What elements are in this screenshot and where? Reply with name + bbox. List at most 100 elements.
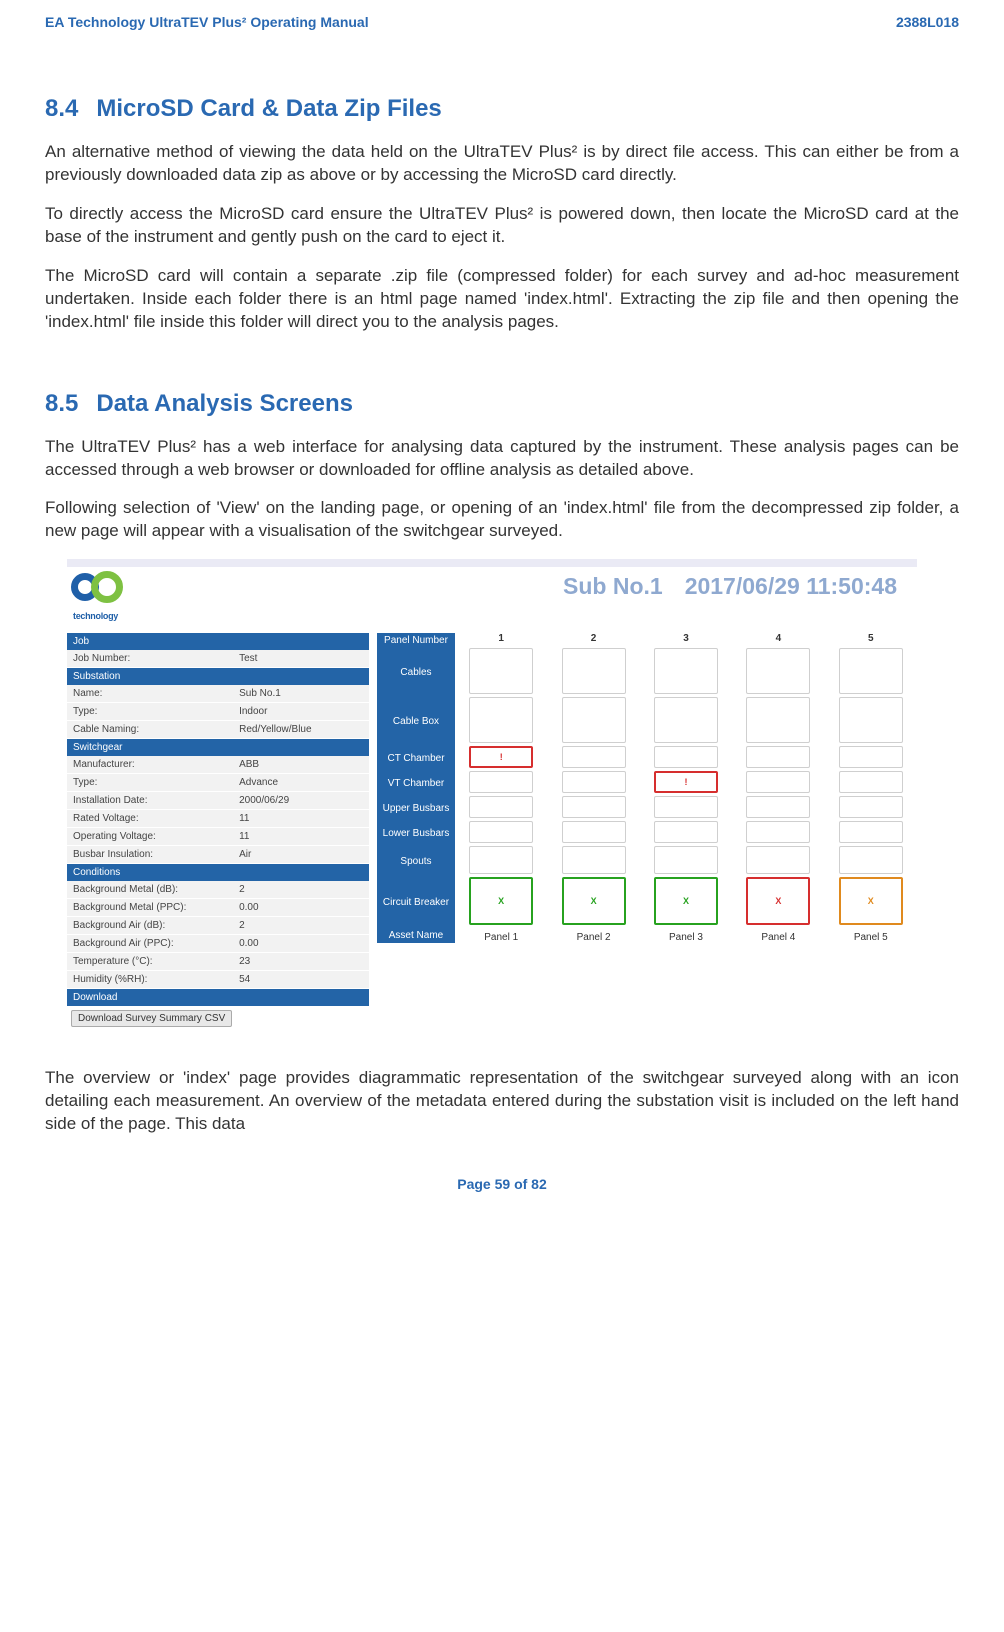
value: 54 bbox=[233, 971, 369, 989]
paragraph: Following selection of 'View' on the lan… bbox=[45, 497, 959, 543]
grid-cell[interactable] bbox=[654, 821, 718, 843]
grid-cell[interactable] bbox=[746, 697, 810, 743]
grid-cell-alert[interactable] bbox=[746, 877, 810, 925]
value: 2000/06/29 bbox=[233, 792, 369, 810]
grid-cell[interactable] bbox=[469, 796, 533, 818]
label: Rated Voltage: bbox=[67, 810, 233, 828]
analysis-screenshot: technology Sub No.1 2017/06/29 11:50:48 J… bbox=[67, 559, 917, 1027]
grid-cell[interactable] bbox=[469, 648, 533, 694]
grid-cell[interactable] bbox=[839, 821, 903, 843]
row-label-spouts: Spouts bbox=[377, 846, 455, 877]
switchgear-grid: Panel Number 1 2 3 4 5 Cables bbox=[369, 633, 917, 1027]
grid-cell[interactable] bbox=[654, 648, 718, 694]
value: 0.00 bbox=[233, 899, 369, 917]
section-number: 8.4 bbox=[45, 95, 78, 123]
grid-cell[interactable] bbox=[839, 648, 903, 694]
asset-name: Panel 2 bbox=[547, 928, 639, 943]
label: Cable Naming: bbox=[67, 721, 233, 739]
label: Type: bbox=[67, 774, 233, 792]
value: Indoor bbox=[233, 703, 369, 721]
value: 2 bbox=[233, 881, 369, 899]
grid-cell-ok[interactable] bbox=[562, 877, 626, 925]
grid-cell[interactable] bbox=[562, 697, 626, 743]
asset-name: Panel 5 bbox=[825, 928, 917, 943]
label: Temperature (°C): bbox=[67, 953, 233, 971]
download-csv-button[interactable]: Download Survey Summary CSV bbox=[71, 1010, 232, 1027]
grid-cell[interactable] bbox=[654, 697, 718, 743]
grid-cell-alert[interactable] bbox=[469, 746, 533, 768]
value: Air bbox=[233, 846, 369, 864]
section-header-download: Download bbox=[67, 989, 369, 1007]
grid-cell[interactable] bbox=[839, 771, 903, 793]
grid-cell-alert[interactable] bbox=[654, 771, 718, 793]
label: Name: bbox=[67, 685, 233, 703]
grid-cell[interactable] bbox=[839, 746, 903, 768]
asset-name: Panel 1 bbox=[455, 928, 547, 943]
grid-cell[interactable] bbox=[562, 746, 626, 768]
figure-timestamp: 2017/06/29 11:50:48 bbox=[685, 573, 897, 599]
grid-cell[interactable] bbox=[746, 648, 810, 694]
row-label-upper-busbars: Upper Busbars bbox=[377, 796, 455, 821]
grid-cell[interactable] bbox=[469, 771, 533, 793]
grid-cell[interactable] bbox=[746, 821, 810, 843]
page-header: EA Technology UltraTEV Plus² Operating M… bbox=[45, 14, 959, 30]
value: Red/Yellow/Blue bbox=[233, 721, 369, 739]
logo-text: technology bbox=[73, 611, 118, 621]
section-8-5-heading: 8.5 Data Analysis Screens bbox=[45, 390, 959, 418]
grid-cell[interactable] bbox=[746, 771, 810, 793]
grid-cell[interactable] bbox=[562, 771, 626, 793]
col-num: 1 bbox=[455, 633, 547, 648]
grid-cell[interactable] bbox=[562, 648, 626, 694]
col-num: 4 bbox=[732, 633, 824, 648]
grid-cell[interactable] bbox=[469, 697, 533, 743]
value: Advance bbox=[233, 774, 369, 792]
value: Sub No.1 bbox=[233, 685, 369, 703]
row-label-asset-name: Asset Name bbox=[377, 928, 455, 943]
label: Background Metal (PPC): bbox=[67, 899, 233, 917]
row-label-vt: VT Chamber bbox=[377, 771, 455, 796]
grid-cell[interactable] bbox=[654, 746, 718, 768]
value: 2 bbox=[233, 917, 369, 935]
section-title: Data Analysis Screens bbox=[96, 390, 353, 417]
asset-name: Panel 4 bbox=[732, 928, 824, 943]
grid-cell[interactable] bbox=[746, 846, 810, 874]
section-8-4-heading: 8.4MicroSD Card & Data Zip Files bbox=[45, 95, 959, 123]
paragraph: An alternative method of viewing the dat… bbox=[45, 141, 959, 187]
label: Background Air (dB): bbox=[67, 917, 233, 935]
grid-cell[interactable] bbox=[562, 796, 626, 818]
col-num: 3 bbox=[640, 633, 732, 648]
metadata-sidebar: Job Job Number:Test Substation Name:Sub … bbox=[67, 633, 369, 1027]
label: Busbar Insulation: bbox=[67, 846, 233, 864]
header-right: 2388L018 bbox=[896, 14, 959, 30]
grid-cell[interactable] bbox=[654, 846, 718, 874]
grid-cell[interactable] bbox=[469, 821, 533, 843]
label: Type: bbox=[67, 703, 233, 721]
value: 0.00 bbox=[233, 935, 369, 953]
section-header-substation: Substation bbox=[67, 668, 369, 686]
grid-cell[interactable] bbox=[839, 796, 903, 818]
row-label-circuit-breaker: Circuit Breaker bbox=[377, 877, 455, 928]
grid-cell[interactable] bbox=[839, 846, 903, 874]
row-label-ct: CT Chamber bbox=[377, 746, 455, 771]
grid-cell[interactable] bbox=[654, 796, 718, 818]
label: Operating Voltage: bbox=[67, 828, 233, 846]
grid-cell[interactable] bbox=[562, 821, 626, 843]
label: Background Metal (dB): bbox=[67, 881, 233, 899]
figure-sub-name: Sub No.1 bbox=[563, 573, 663, 599]
grid-cell[interactable] bbox=[562, 846, 626, 874]
asset-name: Panel 3 bbox=[640, 928, 732, 943]
grid-cell-ok[interactable] bbox=[654, 877, 718, 925]
section-header-switchgear: Switchgear bbox=[67, 739, 369, 757]
grid-cell[interactable] bbox=[746, 746, 810, 768]
grid-cell[interactable] bbox=[746, 796, 810, 818]
section-number: 8.5 bbox=[45, 390, 78, 418]
header-left: EA Technology UltraTEV Plus² Operating M… bbox=[45, 14, 369, 30]
section-header-conditions: Conditions bbox=[67, 864, 369, 882]
grid-cell[interactable] bbox=[469, 846, 533, 874]
grid-cell-ok[interactable] bbox=[469, 877, 533, 925]
value: 11 bbox=[233, 810, 369, 828]
label: Manufacturer: bbox=[67, 756, 233, 774]
grid-cell-warn[interactable] bbox=[839, 877, 903, 925]
grid-cell[interactable] bbox=[839, 697, 903, 743]
label: Job Number: bbox=[67, 650, 233, 668]
